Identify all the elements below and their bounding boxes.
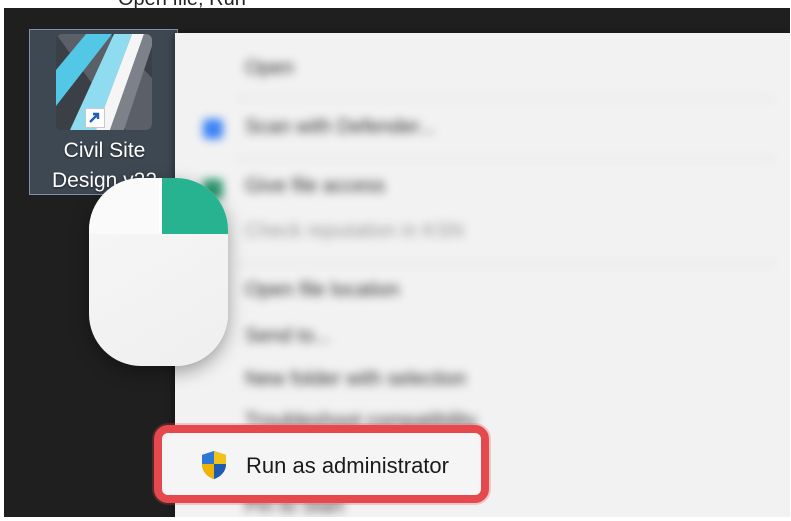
menu-separator: [237, 263, 775, 264]
top-clip-text: Open file, Run: [118, 0, 246, 8]
menu-item-new-folder[interactable]: New folder with selection: [245, 368, 466, 391]
menu-separator: [237, 98, 775, 99]
top-strip: Open file, Run: [0, 0, 791, 8]
desktop: Civil Site Design v22 Open Scan with Def…: [4, 8, 790, 517]
shortcut-label-line1: Civil Site: [63, 139, 146, 162]
menu-item-open[interactable]: Open: [245, 57, 294, 80]
menu-item-open-location[interactable]: Open file location: [245, 279, 400, 302]
menu-item-check-reputation[interactable]: Check reputation in KSN: [245, 220, 464, 243]
uac-shield-icon: [202, 451, 226, 479]
defender-icon: [203, 119, 223, 139]
desktop-shortcut[interactable]: Civil Site Design v22: [29, 29, 178, 195]
mouse-right-button: [162, 178, 228, 234]
run-as-administrator-menu-item[interactable]: Run as administrator: [154, 425, 489, 503]
menu-item-scan[interactable]: Scan with Defender...: [245, 116, 435, 139]
run-as-administrator-label: Run as administrator: [246, 453, 449, 478]
mouse-left-button: [89, 178, 159, 234]
menu-item-give-access[interactable]: Give file access: [245, 175, 385, 198]
civil-site-design-app-icon[interactable]: [56, 34, 152, 130]
mouse-right-click-icon: [89, 178, 228, 366]
menu-item-send-to[interactable]: Send to...: [245, 325, 331, 348]
menu-separator: [237, 158, 775, 159]
shortcut-arrow-icon: [85, 108, 105, 128]
